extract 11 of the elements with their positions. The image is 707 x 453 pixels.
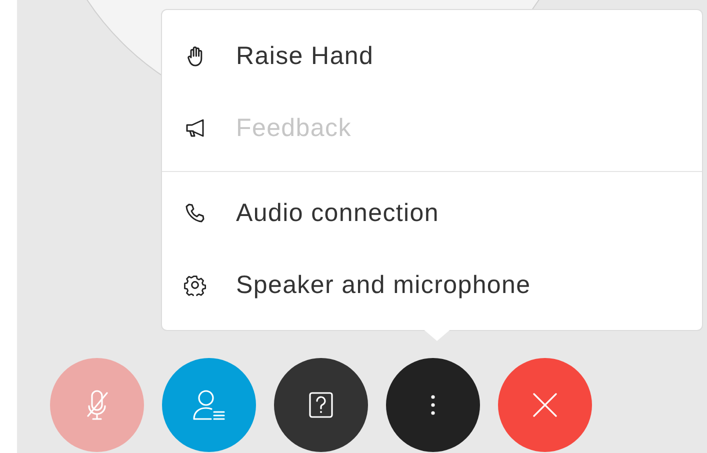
menu-item[interactable]: Audio connection	[236, 198, 440, 228]
close-icon	[533, 393, 557, 417]
phone-icon	[184, 202, 206, 224]
help-icon	[309, 392, 333, 418]
muted-microphone-icon	[86, 390, 108, 420]
menu-item[interactable]: Speaker and microphone	[236, 270, 531, 300]
megaphone-icon	[184, 117, 206, 139]
participants-icon	[193, 390, 225, 420]
more-icon	[431, 395, 435, 415]
menu-item[interactable]: Raise Hand	[236, 42, 374, 70]
gear-icon	[184, 274, 206, 296]
